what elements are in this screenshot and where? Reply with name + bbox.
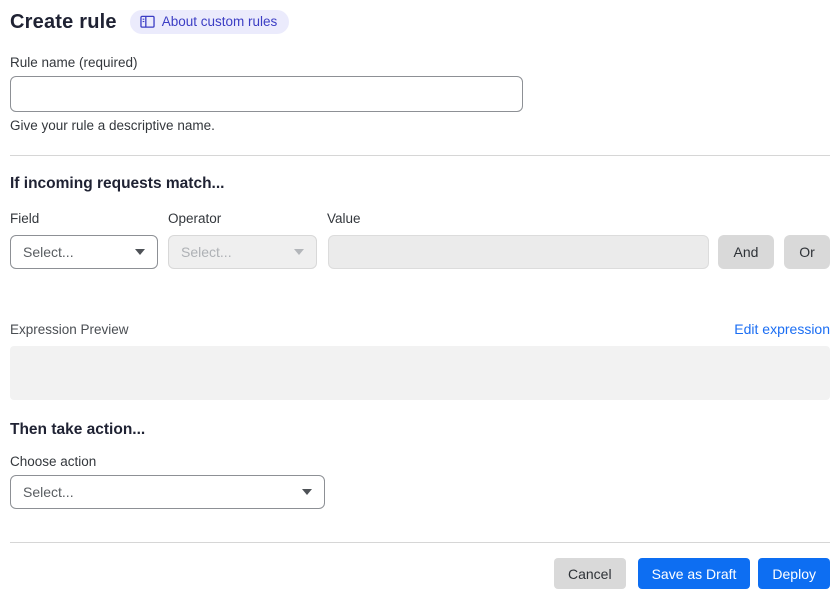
about-link-label: About custom rules: [161, 14, 278, 29]
caret-down-icon: [294, 249, 304, 255]
edit-expression-link[interactable]: Edit expression: [734, 321, 830, 337]
operator-label: Operator: [168, 211, 222, 226]
or-button[interactable]: Or: [784, 235, 830, 269]
rule-name-input[interactable]: [10, 76, 523, 112]
action-select-placeholder: Select...: [23, 484, 74, 500]
page-title: Create rule: [10, 10, 117, 33]
rule-name-label: Rule name (required): [10, 55, 138, 70]
cancel-button[interactable]: Cancel: [553, 558, 626, 589]
action-select[interactable]: Select...: [10, 475, 325, 509]
operator-select-placeholder: Select...: [181, 244, 232, 260]
operator-select[interactable]: Select...: [168, 235, 317, 269]
page-header: Create rule About custom rules: [10, 10, 830, 34]
book-icon: [140, 15, 155, 29]
value-input[interactable]: [328, 235, 709, 269]
field-select-placeholder: Select...: [23, 244, 74, 260]
match-controls-row: Select... Select... And Or: [10, 235, 830, 269]
about-custom-rules-link[interactable]: About custom rules: [129, 10, 290, 34]
create-rule-page: Create rule About custom rules Rule name…: [0, 0, 839, 597]
action-section-heading: Then take action...: [10, 421, 146, 438]
footer-actions: Cancel Save as Draft Deploy: [10, 558, 830, 589]
save-as-draft-button[interactable]: Save as Draft: [637, 558, 751, 589]
and-button[interactable]: And: [718, 235, 774, 269]
expression-preview-label: Expression Preview: [10, 322, 129, 337]
match-section-heading: If incoming requests match...: [10, 175, 225, 192]
caret-down-icon: [302, 489, 312, 495]
value-label: Value: [327, 211, 361, 226]
expression-preview-row: Expression Preview Edit expression: [10, 321, 830, 337]
footer-divider: [10, 542, 830, 543]
choose-action-label: Choose action: [10, 454, 97, 469]
match-column-labels: Field Operator Value: [10, 211, 830, 226]
field-label: Field: [10, 211, 40, 226]
rule-name-helper: Give your rule a descriptive name.: [10, 118, 215, 133]
caret-down-icon: [135, 249, 145, 255]
field-select[interactable]: Select...: [10, 235, 158, 269]
expression-preview-box: [10, 346, 830, 400]
section-divider: [10, 155, 830, 156]
deploy-button[interactable]: Deploy: [758, 558, 830, 589]
